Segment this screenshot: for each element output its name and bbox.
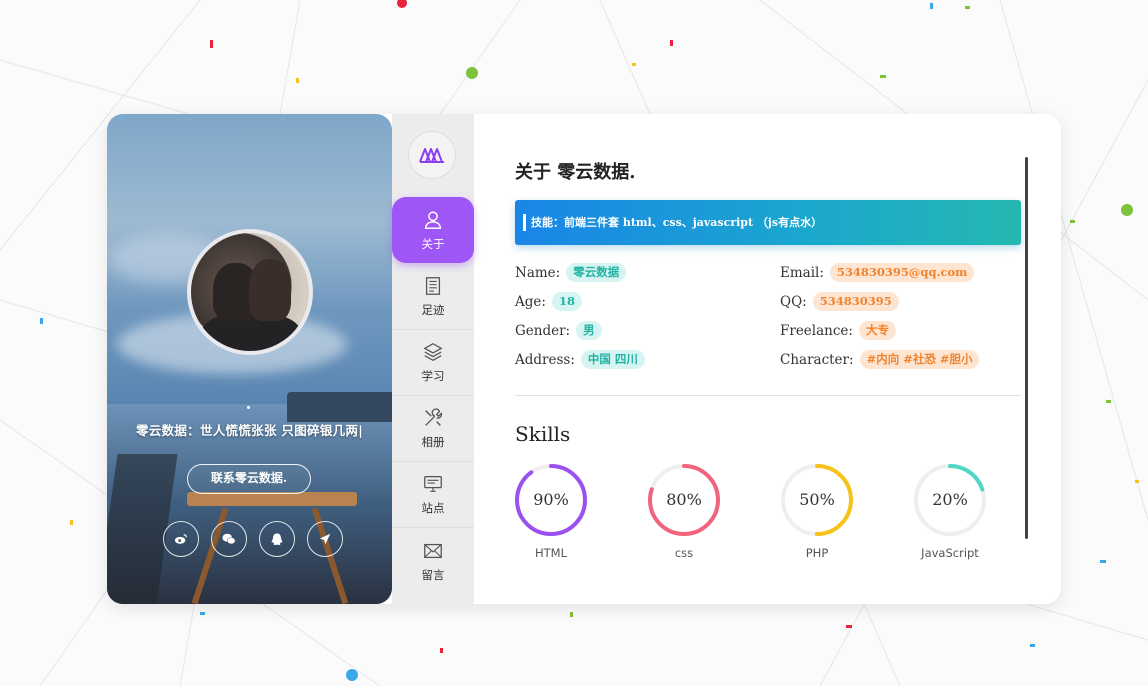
info-label: Name: xyxy=(515,264,561,281)
qq-icon xyxy=(271,533,283,545)
info-name: Name: 零云数据 xyxy=(515,263,627,282)
skill-percent: 90% xyxy=(533,490,569,509)
decorative-dot xyxy=(247,406,250,409)
info-qq: QQ: 534830395 xyxy=(780,292,899,311)
user-icon xyxy=(424,210,442,229)
mail-icon xyxy=(424,543,442,558)
info-label: QQ: xyxy=(780,293,807,310)
logo-icon xyxy=(419,148,444,163)
skill-percent: 50% xyxy=(799,490,835,509)
scrollbar[interactable] xyxy=(1025,157,1028,539)
nav-item-label: 学习 xyxy=(421,369,445,383)
info-label: Freelance: xyxy=(780,322,853,339)
divider xyxy=(515,395,1021,396)
document-icon xyxy=(425,277,441,295)
skill-banner: 技能：前端三件套 html、css、javascript （js有点水） xyxy=(515,200,1021,245)
info-value: 534830395 xyxy=(812,292,899,311)
nav-item-label: 留言 xyxy=(421,567,445,582)
info-label: Address: xyxy=(515,351,575,368)
skill-percent: 20% xyxy=(932,490,968,509)
info-character: Character: #内向 #社恐 #胆小 xyxy=(780,350,980,369)
send-icon xyxy=(319,533,331,545)
logo[interactable] xyxy=(408,131,456,179)
info-email: Email: 534830395@qq.com xyxy=(780,263,975,282)
nav-item-label: 关于 xyxy=(421,236,445,251)
info-value: #内向 #社恐 #胆小 xyxy=(859,350,980,369)
weibo-button[interactable] xyxy=(163,521,199,557)
info-label: Age: xyxy=(515,293,546,310)
send-button[interactable] xyxy=(307,521,343,557)
info-age: Age: 18 xyxy=(515,292,582,311)
layers-icon xyxy=(423,343,443,361)
skill-name: css xyxy=(674,546,694,560)
info-label: Email: xyxy=(780,264,824,281)
tools-icon xyxy=(425,408,443,426)
monitor-icon xyxy=(424,476,442,492)
wechat-button[interactable] xyxy=(211,521,247,557)
info-gender: Gender: 男 xyxy=(515,321,602,340)
profile-motto: 零云数据：世人慌慌张张 只图碎银几两| xyxy=(135,423,364,438)
nav-item-about[interactable]: 关于 xyxy=(392,197,474,263)
info-value: 18 xyxy=(551,292,582,311)
info-address: Address: 中国 四川 xyxy=(515,350,645,369)
info-value: 中国 四川 xyxy=(580,350,645,369)
skill-name: JavaScript xyxy=(921,546,979,560)
wechat-icon xyxy=(222,533,236,545)
nav-item-sites[interactable]: 站点 xyxy=(392,462,474,528)
info-value: 零云数据 xyxy=(566,263,627,282)
info-value: 534830395@qq.com xyxy=(829,263,975,282)
info-label: Character: xyxy=(780,351,854,368)
skill-name: PHP xyxy=(805,546,829,560)
info-label: Gender: xyxy=(515,322,571,339)
qq-button[interactable] xyxy=(259,521,295,557)
nav-item-label: 足迹 xyxy=(421,303,445,317)
info-value: 大专 xyxy=(858,321,896,340)
nav-item-footprints[interactable]: 足迹 xyxy=(392,264,474,330)
nav-item-messages[interactable]: 留言 xyxy=(392,528,474,594)
background-photo xyxy=(107,114,392,604)
nav-item-album[interactable]: 相册 xyxy=(392,396,474,462)
nav-item-label: 站点 xyxy=(421,501,445,515)
page-title: 关于 零云数据. xyxy=(515,162,636,183)
avatar xyxy=(187,229,313,355)
skills-title: Skills xyxy=(515,422,571,446)
contact-button[interactable]: 联系零云数据. xyxy=(187,464,311,494)
info-freelance: Freelance: 大专 xyxy=(780,321,896,340)
skill-percent: 80% xyxy=(666,490,702,509)
nav-item-study[interactable]: 学习 xyxy=(392,330,474,396)
weibo-icon xyxy=(174,533,187,544)
skill-name: HTML xyxy=(534,546,567,560)
info-value: 男 xyxy=(576,321,602,340)
nav-item-label: 相册 xyxy=(421,435,445,449)
